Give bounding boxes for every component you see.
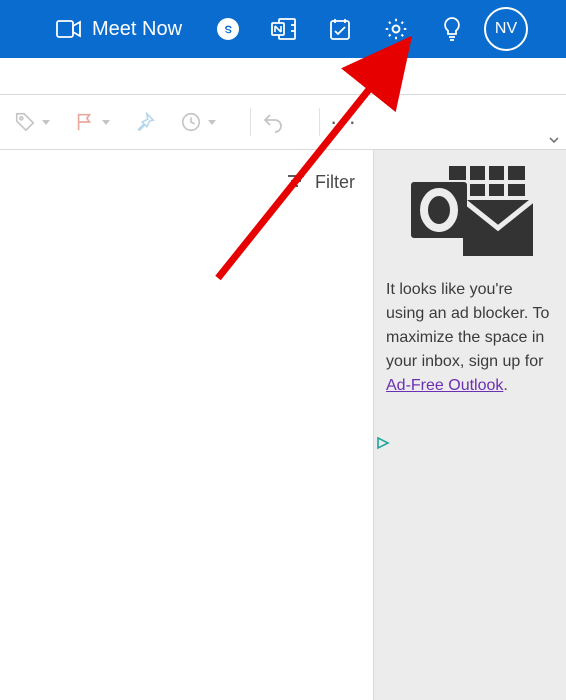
todo-icon	[328, 17, 352, 41]
pin-icon	[134, 111, 156, 133]
chevron-down-icon	[208, 120, 216, 125]
camera-icon	[56, 20, 82, 38]
avatar-initials: NV	[495, 20, 517, 38]
settings-button[interactable]	[368, 0, 424, 58]
app-header: Meet Now	[0, 0, 566, 58]
outlook-logo	[386, 164, 554, 260]
skype-button[interactable]	[200, 0, 256, 58]
onenote-button[interactable]	[256, 0, 312, 58]
expand-ribbon-button[interactable]	[548, 134, 560, 148]
toolbar-divider	[319, 108, 320, 136]
flag-button[interactable]	[74, 111, 110, 133]
undo-icon	[261, 111, 285, 133]
more-actions-button[interactable]: ···	[330, 109, 358, 135]
ad-free-outlook-link[interactable]: Ad-Free Outlook	[386, 377, 503, 394]
account-avatar[interactable]: NV	[484, 7, 528, 51]
message-toolbar: ···	[0, 94, 566, 150]
message-list-pane: Filter	[0, 150, 374, 700]
filter-label: Filter	[315, 172, 355, 193]
adchoices-icon[interactable]	[376, 435, 390, 456]
settings-gear-icon	[383, 16, 409, 42]
ad-blocker-message: It looks like you're using an ad blocker…	[386, 278, 554, 398]
todo-button[interactable]	[312, 0, 368, 58]
skype-icon	[216, 17, 240, 41]
tips-button[interactable]	[424, 0, 480, 58]
filter-icon	[287, 172, 305, 193]
meet-now-label: Meet Now	[92, 18, 182, 41]
undo-button[interactable]	[261, 111, 285, 133]
onenote-icon	[271, 17, 297, 41]
ad-sidebar: It looks like you're using an ad blocker…	[374, 150, 566, 700]
tag-button[interactable]	[14, 111, 50, 133]
chevron-down-icon	[102, 120, 110, 125]
meet-now-button[interactable]: Meet Now	[56, 18, 182, 41]
tag-icon	[14, 111, 36, 133]
pin-button[interactable]	[134, 111, 156, 133]
chevron-down-icon	[42, 120, 50, 125]
toolbar-divider	[250, 108, 251, 136]
lightbulb-icon	[441, 16, 463, 42]
main-area: Filter It looks like you	[0, 150, 566, 700]
clock-icon	[180, 111, 202, 133]
filter-button[interactable]: Filter	[287, 172, 355, 193]
flag-icon	[74, 111, 96, 133]
snooze-button[interactable]	[180, 111, 216, 133]
